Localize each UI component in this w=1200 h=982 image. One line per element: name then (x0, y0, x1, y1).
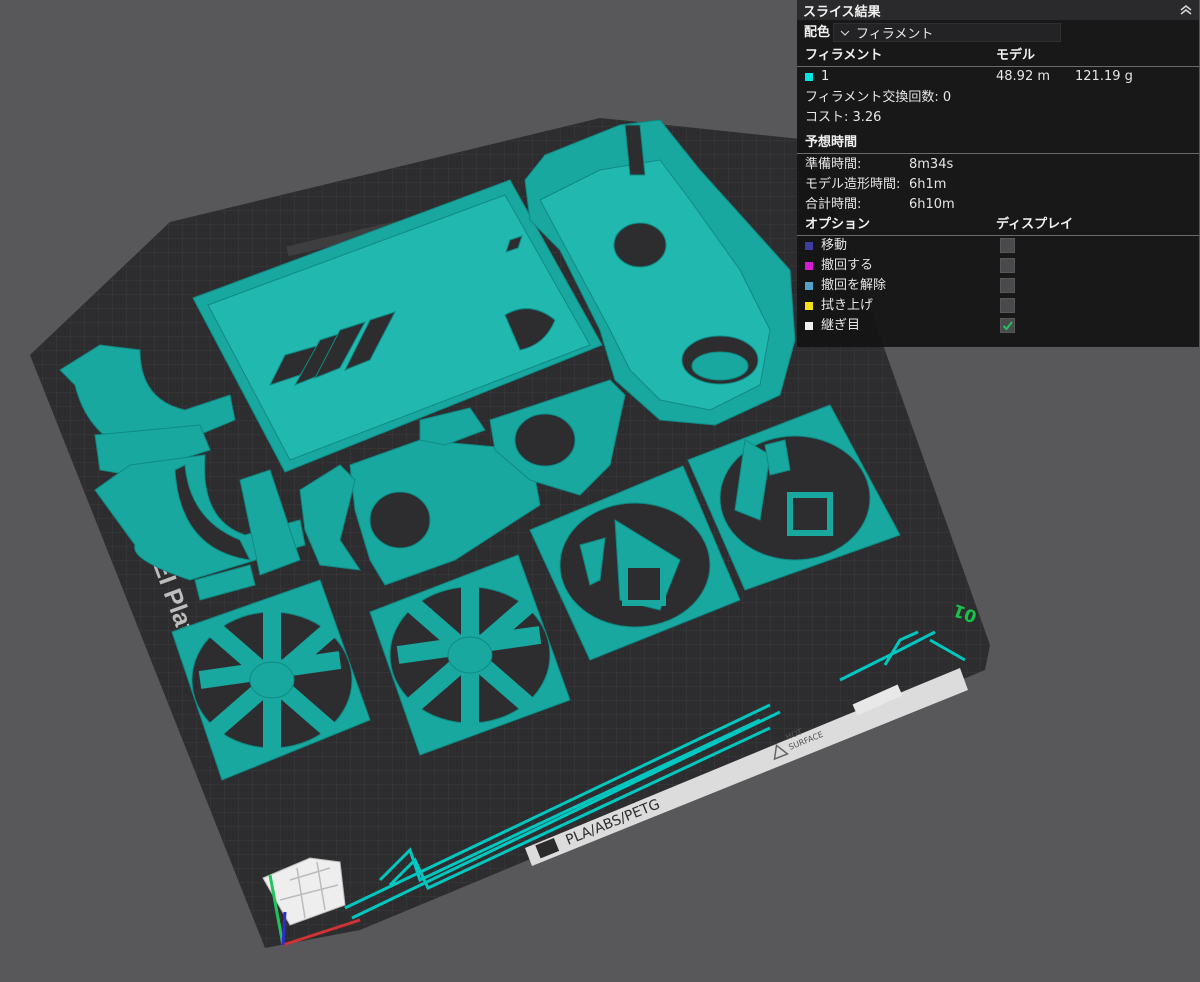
option-color-swatch (805, 262, 813, 270)
option-row: 拭き上げ (797, 296, 1199, 316)
model-time-label: モデル造形時間: (805, 177, 901, 192)
display-checkbox[interactable] (1000, 238, 1015, 253)
prep-time-value: 8m34s (909, 157, 954, 172)
option-label: 移動 (821, 238, 848, 253)
filament-weight: 121.19 g (1075, 69, 1133, 84)
panel-header: スライス結果 (797, 0, 1199, 20)
option-row: 継ぎ目 (797, 316, 1199, 336)
option-label: 継ぎ目 (821, 318, 861, 333)
filament-table-header: フィラメント モデル (797, 46, 1199, 67)
option-label: 撤回を解除 (821, 278, 887, 293)
filament-id: 1 (821, 69, 830, 84)
display-header: ディスプレイ (996, 217, 1074, 232)
option-color-swatch (805, 242, 813, 250)
option-color-swatch (805, 302, 813, 310)
cost-value: コスト: 3.26 (805, 110, 882, 125)
filament-changes: フィラメント交換回数: 0 (805, 90, 952, 105)
options-list: 移動 撤回する 撤回を解除 拭き上げ 継ぎ目 (797, 236, 1199, 336)
filament-header: フィラメント (805, 48, 883, 63)
filament-row: 1 48.92 m 121.19 g (797, 67, 1199, 87)
options-header: オプション (805, 217, 871, 232)
prep-time-label: 準備時間: (805, 157, 862, 172)
option-label: 撤回する (821, 258, 874, 273)
option-label: 拭き上げ (821, 298, 874, 313)
option-row: 移動 (797, 236, 1199, 256)
options-header-row: オプション ディスプレイ (797, 215, 1199, 236)
option-row: 撤回を解除 (797, 276, 1199, 296)
model-header: モデル (996, 48, 1036, 63)
color-scheme-dropdown[interactable]: フィラメント (833, 23, 1061, 42)
slice-result-panel: スライス結果 配色 フィラメント フィラメント モデル 1 48.92 m 12… (797, 0, 1199, 347)
checkmark-icon (1002, 321, 1013, 331)
display-checkbox[interactable] (1000, 298, 1015, 313)
display-checkbox[interactable] (1000, 258, 1015, 273)
chevron-down-icon (840, 30, 850, 36)
panel-title: スライス結果 (803, 4, 881, 20)
time-row: 準備時間: 8m34s (797, 155, 1199, 175)
filament-length: 48.92 m (996, 69, 1051, 84)
total-time-label: 合計時間: (805, 197, 862, 212)
time-row: 合計時間: 6h10m (797, 195, 1199, 215)
collapse-icon[interactable] (1179, 3, 1193, 17)
display-checkbox[interactable] (1000, 318, 1015, 333)
filament-color-swatch (805, 73, 813, 81)
color-scheme-label: 配色 (804, 25, 831, 40)
display-checkbox[interactable] (1000, 278, 1015, 293)
estimate-header: 予想時間 (805, 135, 858, 150)
color-scheme-value: フィラメント (856, 27, 934, 42)
model-time-value: 6h1m (909, 177, 947, 192)
option-color-swatch (805, 322, 813, 330)
option-row: 撤回する (797, 256, 1199, 276)
total-time-value: 6h10m (909, 197, 955, 212)
time-row: モデル造形時間: 6h1m (797, 175, 1199, 195)
option-color-swatch (805, 282, 813, 290)
